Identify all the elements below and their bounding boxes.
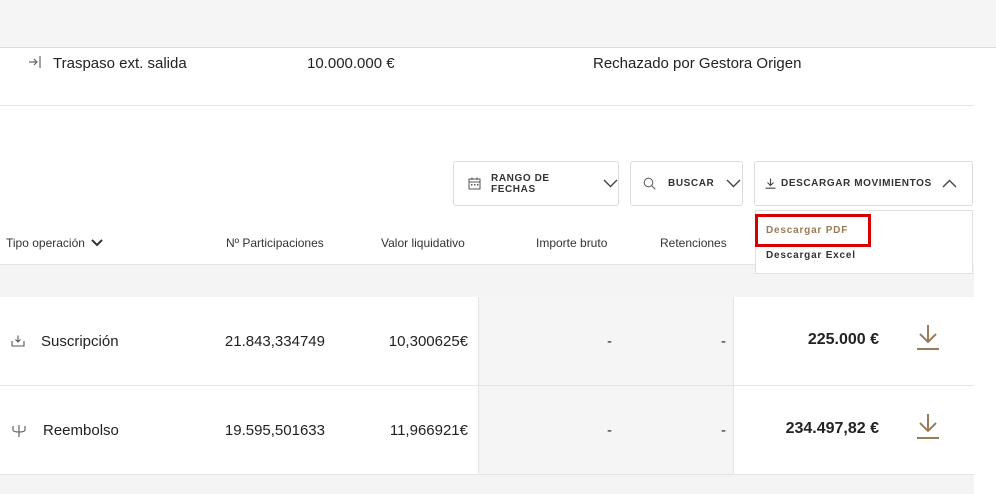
column-header-valor: Valor liquidativo bbox=[381, 236, 465, 250]
participaciones-value: 19.595,501633 bbox=[224, 422, 325, 439]
date-range-button[interactable]: RANGO DE FECHAS bbox=[453, 161, 619, 206]
download-movements-label: DESCARGAR MOVIMIENTOS bbox=[781, 178, 932, 189]
download-icon bbox=[765, 178, 776, 189]
download-icon bbox=[11, 335, 25, 347]
download-movements-button[interactable]: DESCARGAR MOVIMIENTOS bbox=[754, 161, 973, 206]
operation-amount: 10.000.000 € bbox=[307, 55, 395, 72]
highlight-box bbox=[755, 214, 871, 247]
importe-bruto-value: - bbox=[607, 333, 612, 350]
chevron-down-icon bbox=[726, 179, 741, 188]
column-header-retenciones: Retenciones bbox=[660, 236, 727, 250]
table-row: Traspaso ext. salida 10.000.000 € Rechaz… bbox=[0, 48, 974, 106]
operation-type: Reembolso bbox=[43, 422, 119, 439]
importe-bruto-value: - bbox=[607, 422, 612, 439]
table-header: Tipo operación Nº Participaciones Valor … bbox=[0, 221, 755, 265]
search-button[interactable]: BUSCAR bbox=[630, 161, 743, 206]
valor-liquidativo-value: 10,300625€ bbox=[388, 333, 468, 350]
column-header-importe-bruto: Importe bruto bbox=[536, 236, 608, 250]
importe-value: 225.000 € bbox=[807, 331, 879, 348]
table-row: Reembolso 19.595,501633 11,966921€ - - 2… bbox=[0, 386, 974, 475]
valor-liquidativo-value: 11,966921€ bbox=[389, 422, 468, 439]
importe-value: 234.497,82 € bbox=[785, 420, 879, 437]
operation-type: Traspaso ext. salida bbox=[53, 55, 187, 72]
column-header-tipo[interactable]: Tipo operación bbox=[6, 236, 103, 250]
participaciones-value: 21.843,334749 bbox=[224, 333, 325, 350]
download-excel-option[interactable]: Descargar Excel bbox=[766, 250, 856, 261]
retenciones-value: - bbox=[721, 333, 726, 350]
top-bar bbox=[0, 0, 996, 48]
table-footer-band bbox=[0, 475, 974, 494]
table-row: Suscripción 21.843,334749 10,300625€ - -… bbox=[0, 297, 974, 386]
download-document-icon[interactable] bbox=[914, 412, 942, 440]
search-icon bbox=[643, 177, 656, 190]
operation-status: Rechazado por Gestora Origen bbox=[593, 55, 802, 72]
chevron-up-icon bbox=[942, 179, 957, 188]
transfer-out-icon bbox=[29, 56, 41, 68]
sort-chevron-icon bbox=[91, 239, 103, 247]
page: Traspaso ext. salida 10.000.000 € Rechaz… bbox=[0, 0, 996, 494]
retenciones-value: - bbox=[721, 422, 726, 439]
search-label: BUSCAR bbox=[668, 178, 715, 189]
chevron-down-icon bbox=[603, 179, 618, 188]
column-header-participaciones: Nº Participaciones bbox=[226, 236, 324, 250]
withdraw-icon bbox=[12, 425, 26, 437]
download-document-icon[interactable] bbox=[914, 323, 942, 351]
operation-type: Suscripción bbox=[41, 333, 119, 350]
calendar-icon bbox=[468, 177, 481, 190]
date-range-label: RANGO DE FECHAS bbox=[491, 172, 550, 195]
